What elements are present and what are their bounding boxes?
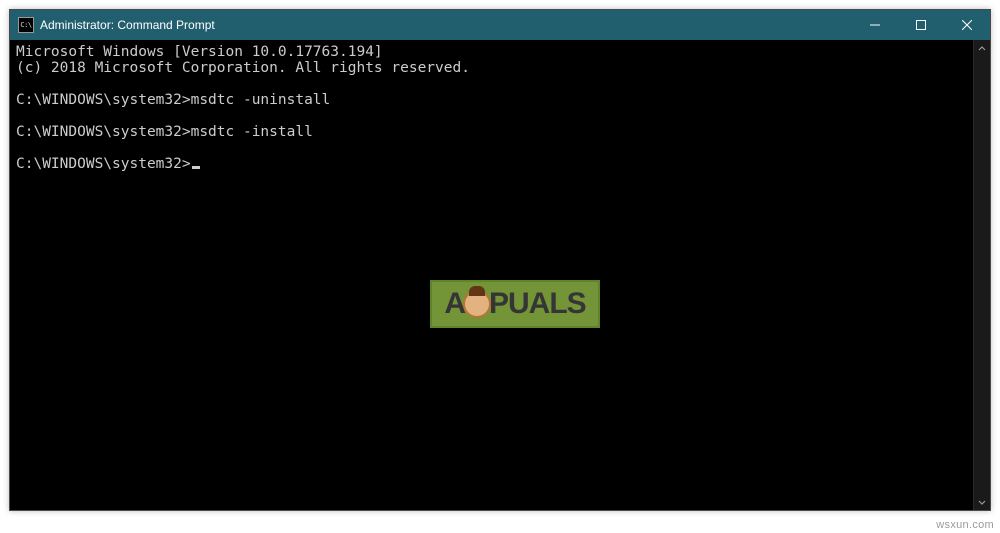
chevron-down-icon <box>978 498 986 506</box>
terminal-line: Microsoft Windows [Version 10.0.17763.19… <box>16 44 967 60</box>
scroll-down-button[interactable] <box>974 493 990 510</box>
titlebar[interactable]: C:\ Administrator: Command Prompt <box>10 10 990 40</box>
text-cursor <box>192 166 200 169</box>
scroll-up-button[interactable] <box>974 40 990 57</box>
command-prompt-window: C:\ Administrator: Command Prompt Micros… <box>9 9 991 511</box>
terminal-line <box>16 140 967 156</box>
maximize-icon <box>916 20 926 30</box>
close-button[interactable] <box>944 10 990 40</box>
terminal-line <box>16 76 967 92</box>
terminal-output[interactable]: Microsoft Windows [Version 10.0.17763.19… <box>10 40 973 510</box>
image-credit: wsxun.com <box>936 519 994 531</box>
minimize-button[interactable] <box>852 10 898 40</box>
terminal-line: C:\WINDOWS\system32>msdtc -uninstall <box>16 92 967 108</box>
client-area: Microsoft Windows [Version 10.0.17763.19… <box>10 40 990 510</box>
vertical-scrollbar[interactable] <box>973 40 990 510</box>
chevron-up-icon <box>978 45 986 53</box>
terminal-line: C:\WINDOWS\system32>msdtc -install <box>16 124 967 140</box>
maximize-button[interactable] <box>898 10 944 40</box>
terminal-line <box>16 108 967 124</box>
close-icon <box>962 20 972 30</box>
terminal-line: C:\WINDOWS\system32> <box>16 156 967 172</box>
window-title: Administrator: Command Prompt <box>40 18 215 32</box>
minimize-icon <box>870 20 880 30</box>
terminal-line: (c) 2018 Microsoft Corporation. All righ… <box>16 60 967 76</box>
app-icon: C:\ <box>18 17 34 33</box>
